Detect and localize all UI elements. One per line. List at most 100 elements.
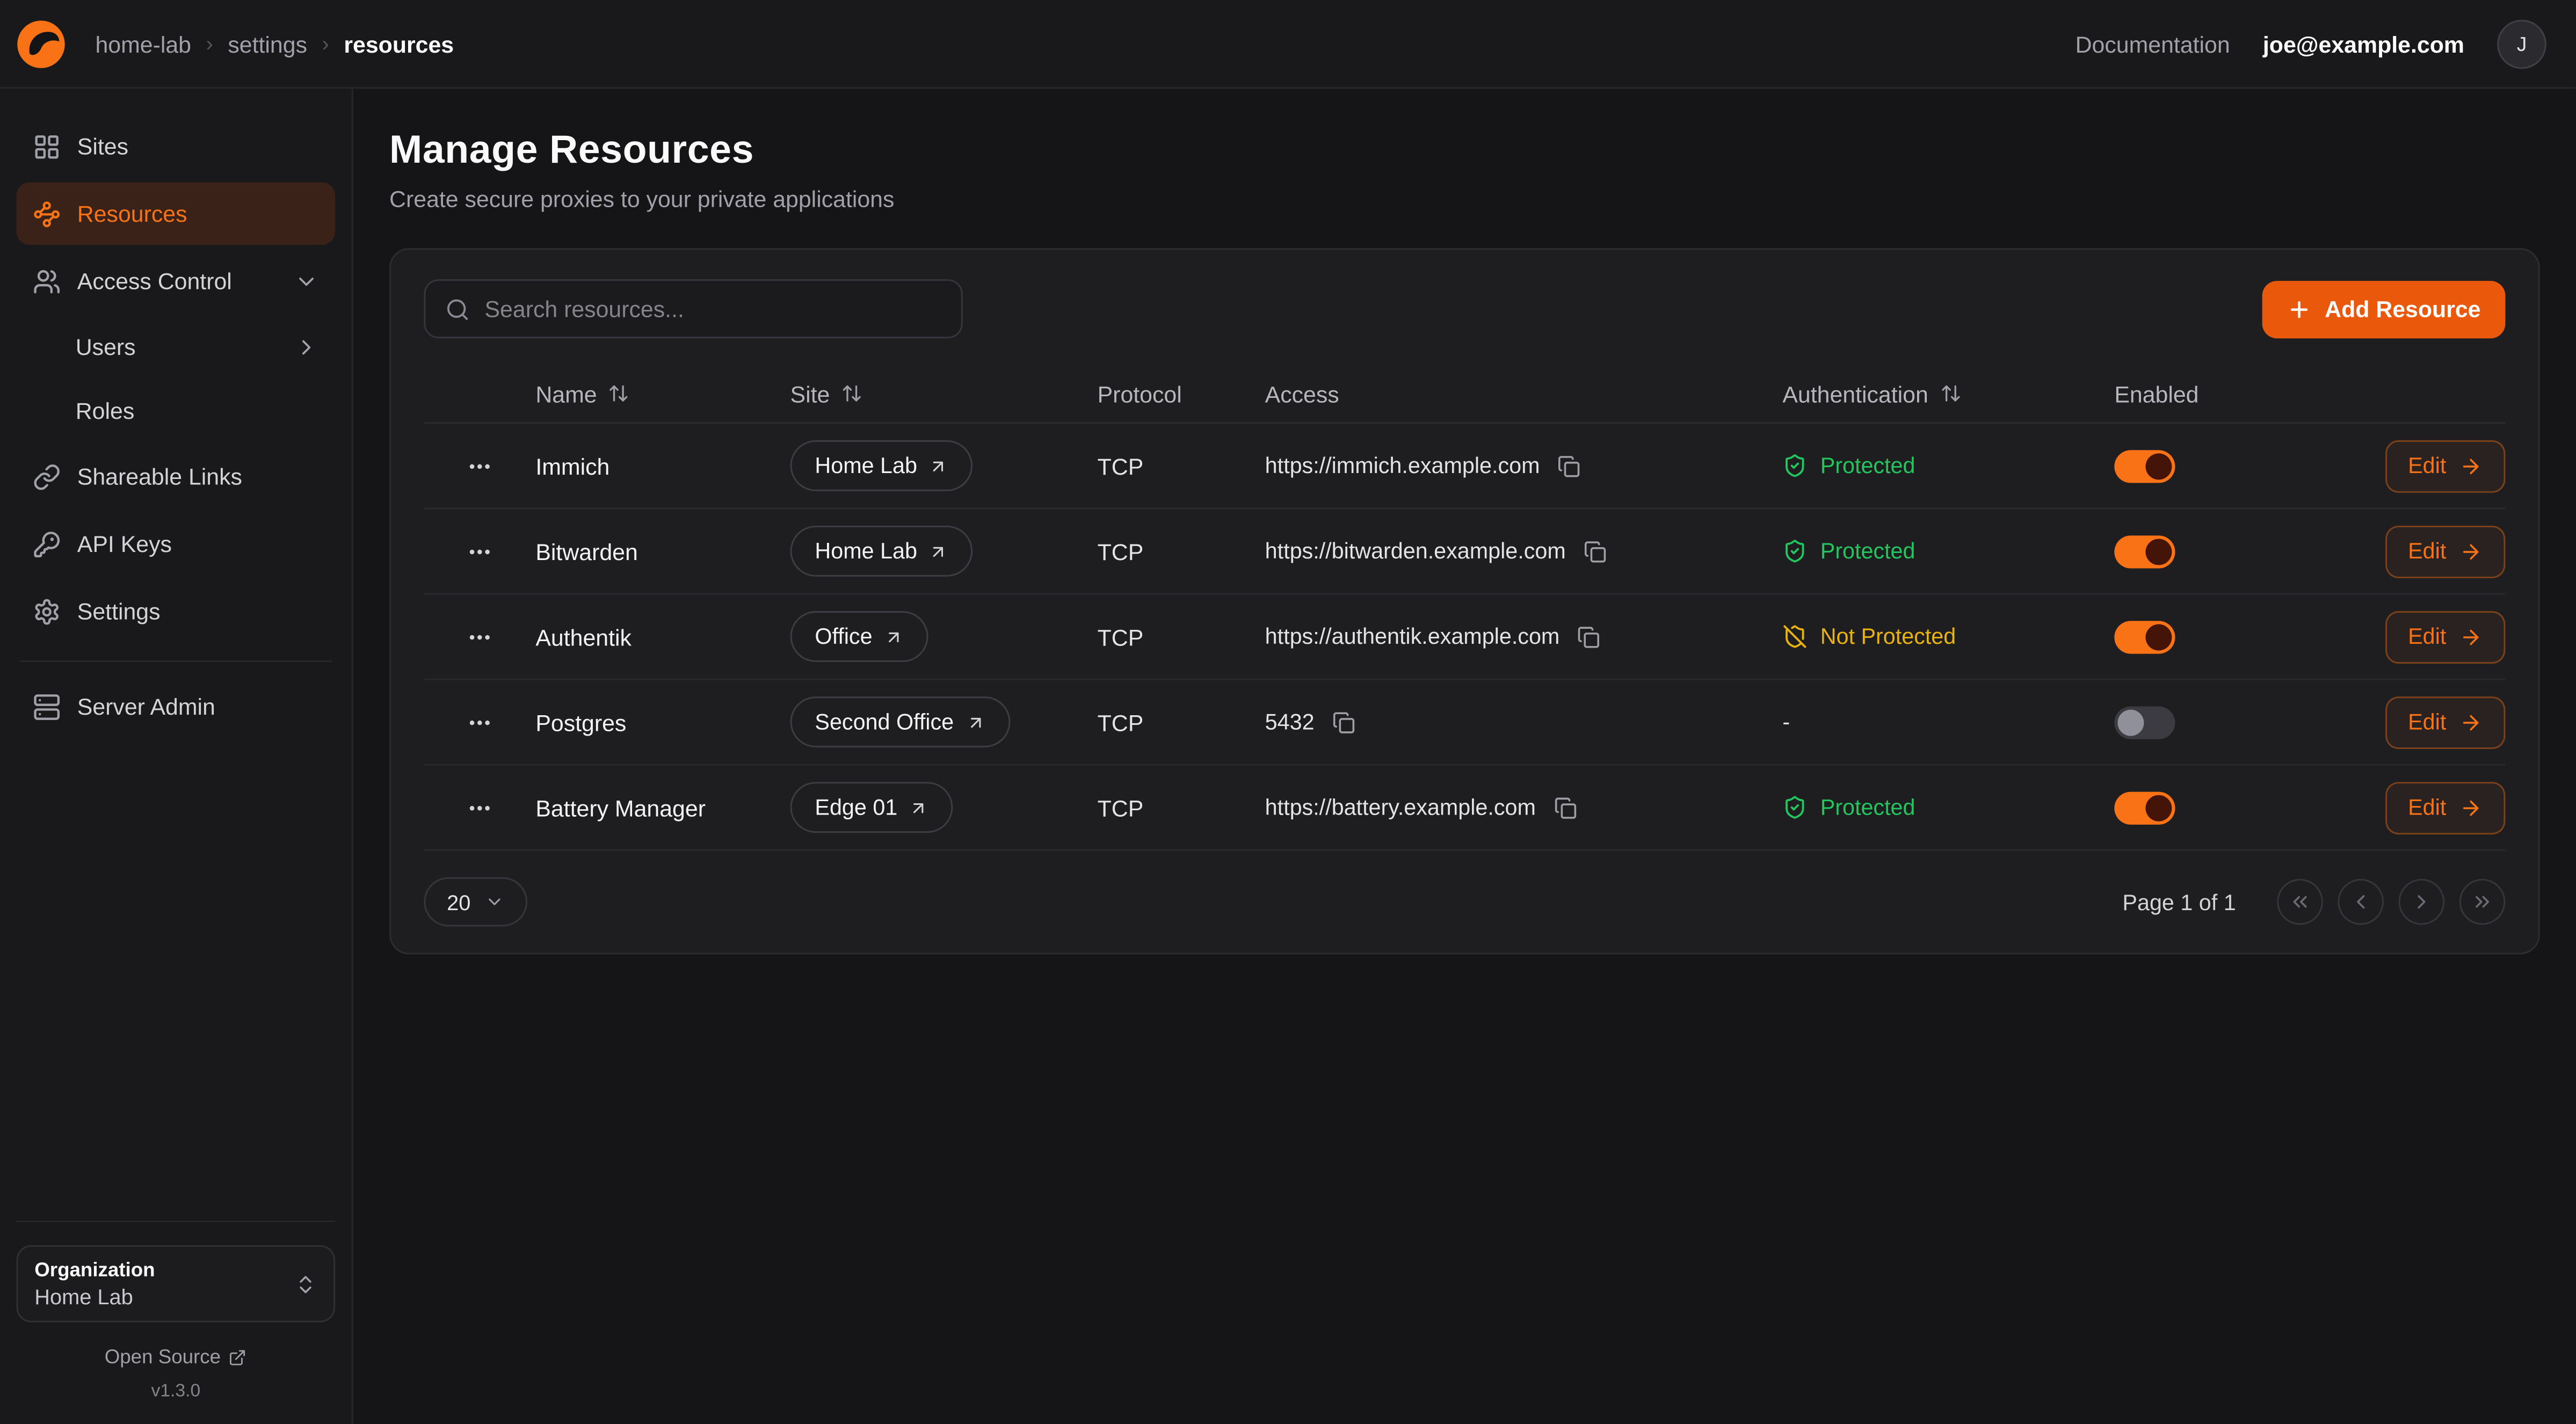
page-info: Page 1 of 1: [2122, 890, 2236, 914]
arrow-right-icon: [2459, 796, 2483, 819]
column-header-site[interactable]: Site: [790, 380, 1098, 406]
sidebar-item-shareable-links[interactable]: Shareable Links: [17, 445, 336, 507]
site-link-button[interactable]: Office: [790, 611, 928, 662]
edit-button[interactable]: Edit: [2385, 696, 2505, 749]
copy-button[interactable]: [1329, 707, 1359, 737]
last-page-button[interactable]: [2459, 879, 2506, 925]
enabled-toggle[interactable]: [2114, 535, 2175, 568]
organization-picker[interactable]: Organization Home Lab: [17, 1245, 336, 1323]
topbar-right: Documentation joe@example.com J: [2076, 19, 2546, 68]
gear-icon: [33, 597, 61, 625]
site-link-button[interactable]: Edge 01: [790, 782, 954, 833]
documentation-link[interactable]: Documentation: [2076, 31, 2230, 57]
copy-button[interactable]: [1580, 536, 1610, 566]
sidebar-item-api-keys[interactable]: API Keys: [17, 513, 336, 575]
main-content: Manage Resources Create secure proxies t…: [353, 89, 2576, 1424]
edit-button[interactable]: Edit: [2385, 525, 2505, 577]
breadcrumb-settings[interactable]: settings: [228, 31, 307, 57]
copy-button[interactable]: [1574, 622, 1604, 651]
sidebar-item-users[interactable]: Users: [17, 317, 336, 376]
column-header-authentication[interactable]: Authentication: [1782, 380, 2114, 406]
avatar[interactable]: J: [2497, 19, 2546, 68]
search-box: [424, 279, 962, 338]
app-window: home-lab › settings › resources Document…: [0, 0, 2576, 1424]
access-value: https://authentik.example.com: [1265, 624, 1560, 649]
chevron-right-icon: [2410, 890, 2433, 913]
auth-label: -: [1782, 710, 1790, 735]
row-menu-button[interactable]: [459, 701, 502, 744]
chevron-down-icon: [294, 268, 319, 293]
edit-button[interactable]: Edit: [2385, 439, 2505, 492]
row-menu-button[interactable]: [459, 530, 502, 573]
search-input[interactable]: [484, 296, 941, 322]
page-size-select[interactable]: 20: [424, 877, 528, 927]
protocol-value: TCP: [1098, 709, 1265, 735]
copy-icon: [1558, 454, 1581, 477]
add-resource-button[interactable]: Add Resource: [2262, 280, 2506, 338]
enabled-toggle[interactable]: [2114, 449, 2175, 482]
auth-status: Protected: [1782, 453, 2114, 478]
sidebar-item-server-admin[interactable]: Server Admin: [17, 675, 336, 737]
auth-label: Not Protected: [1820, 624, 1956, 649]
access-value: https://bitwarden.example.com: [1265, 539, 1566, 563]
ellipsis-icon: [467, 538, 493, 564]
row-menu-button[interactable]: [459, 445, 502, 488]
edit-button-label: Edit: [2408, 539, 2446, 563]
sidebar-item-roles[interactable]: Roles: [17, 381, 336, 440]
app-version: v1.3.0: [17, 1382, 336, 1401]
shield-check-icon: [1782, 453, 1807, 478]
app-logo-icon[interactable]: [13, 16, 69, 71]
breadcrumb-current: resources: [344, 31, 454, 57]
column-header-name[interactable]: Name: [535, 380, 790, 406]
ellipsis-icon: [467, 709, 493, 735]
site-link-button[interactable]: Second Office: [790, 696, 1010, 747]
sidebar-footer: Organization Home Lab Open Source v1.3.0: [17, 1220, 336, 1401]
shield-check-icon: [1782, 795, 1807, 820]
sidebar-item-label: Settings: [77, 598, 161, 624]
site-link-button[interactable]: Home Lab: [790, 440, 973, 491]
access-value: https://battery.example.com: [1265, 795, 1536, 820]
resource-name: Immich: [535, 453, 790, 479]
prev-page-button[interactable]: [2338, 879, 2384, 925]
table-body: Immich Home Lab TCP https://immich.examp…: [424, 424, 2505, 851]
add-resource-label: Add Resource: [2325, 296, 2480, 322]
sidebar-item-sites[interactable]: Sites: [17, 115, 336, 177]
sidebar-item-access-control[interactable]: Access Control: [17, 250, 336, 312]
resource-name: Battery Manager: [535, 794, 790, 820]
row-menu-button[interactable]: [459, 786, 502, 829]
breadcrumb-org[interactable]: home-lab: [95, 31, 191, 57]
copy-icon: [1554, 796, 1577, 819]
ellipsis-icon: [467, 453, 493, 479]
sidebar-item-label: Server Admin: [77, 693, 215, 720]
user-email[interactable]: joe@example.com: [2263, 31, 2464, 57]
enabled-toggle[interactable]: [2114, 791, 2175, 824]
grid-icon: [33, 132, 61, 160]
open-source-link[interactable]: Open Source: [17, 1346, 336, 1369]
edit-button-label: Edit: [2408, 710, 2446, 735]
column-label: Access: [1265, 380, 1339, 406]
waypoints-icon: [33, 200, 61, 228]
sidebar-item-resources[interactable]: Resources: [17, 183, 336, 245]
edit-button[interactable]: Edit: [2385, 781, 2505, 834]
arrow-up-right-icon: [966, 712, 985, 732]
link-icon: [33, 462, 61, 490]
access-value: 5432: [1265, 710, 1315, 735]
first-page-button[interactable]: [2277, 879, 2323, 925]
sidebar-item-label: Users: [76, 333, 136, 360]
edit-button[interactable]: Edit: [2385, 611, 2505, 663]
copy-button[interactable]: [1550, 793, 1580, 822]
chevron-down-icon: [485, 892, 505, 912]
plus-icon: [2287, 296, 2312, 321]
column-header-protocol: Protocol: [1098, 380, 1265, 406]
next-page-button[interactable]: [2399, 879, 2445, 925]
users-icon: [33, 267, 61, 295]
sidebar-item-label: Access Control: [77, 268, 232, 294]
page-subtitle: Create secure proxies to your private ap…: [389, 186, 2540, 212]
site-link-button[interactable]: Home Lab: [790, 526, 973, 577]
row-menu-button[interactable]: [459, 615, 502, 658]
site-name: Edge 01: [815, 795, 897, 820]
copy-button[interactable]: [1555, 451, 1584, 481]
sidebar-item-settings[interactable]: Settings: [17, 580, 336, 642]
enabled-toggle[interactable]: [2114, 620, 2175, 653]
enabled-toggle[interactable]: [2114, 706, 2175, 738]
